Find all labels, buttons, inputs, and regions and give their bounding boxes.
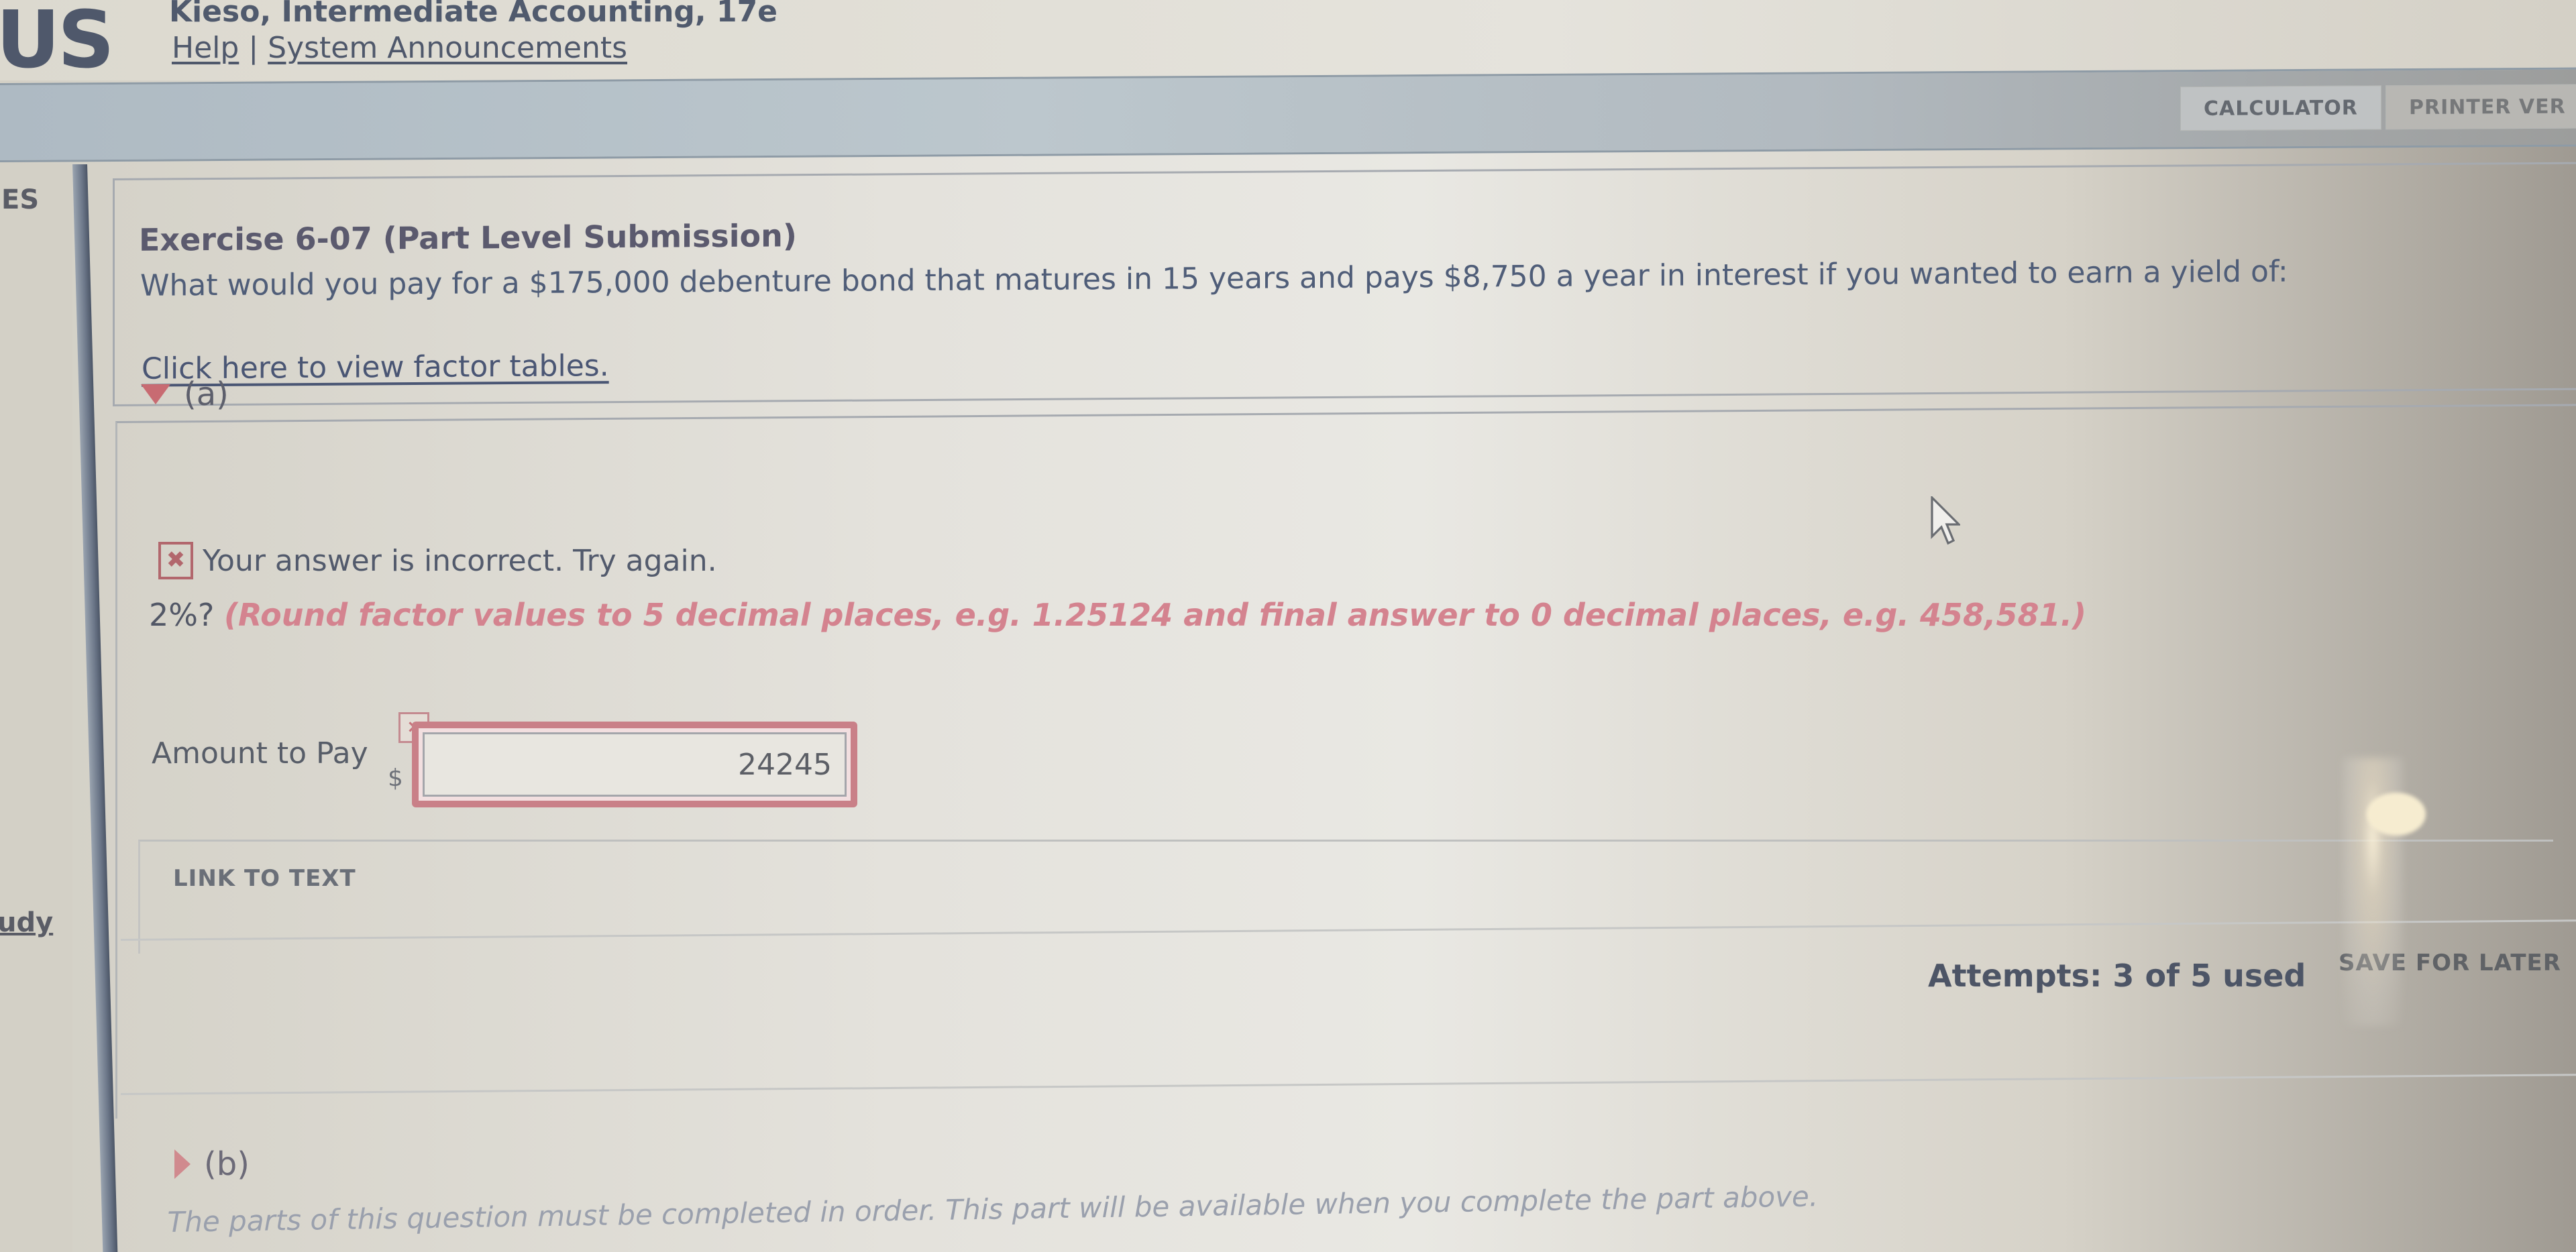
part-a-prompt: 2%? (Round factor values to 5 decimal pl… <box>149 597 2086 633</box>
header: US Kieso, Intermediate Accounting, 17e H… <box>0 0 2576 86</box>
printer-version-button[interactable]: PRINTER VER <box>2385 84 2576 130</box>
prompt-prefix: 2%? <box>149 597 215 633</box>
amount-to-pay-input[interactable] <box>412 722 857 807</box>
feedback-message: ✖ Your answer is incorrect. Try again. <box>158 542 717 579</box>
amount-to-pay-label: Amount to Pay <box>152 736 368 771</box>
part-b-label: (b) <box>204 1145 250 1183</box>
header-links: Help | System Announcements <box>172 31 627 65</box>
caret-right-icon <box>174 1149 191 1179</box>
screen-glare-spot <box>2367 793 2426 836</box>
attempts-counter: Attempts: 3 of 5 used <box>1928 958 2306 994</box>
logo: US <box>0 0 115 86</box>
main-content: Exercise 6-07 (Part Level Submission) Wh… <box>94 162 2576 1252</box>
currency-symbol: $ <box>388 764 403 792</box>
caret-down-icon <box>141 384 170 404</box>
help-link[interactable]: Help <box>172 31 239 65</box>
sidebar: ES udy <box>0 164 72 1252</box>
part-b-locked-note: The parts of this question must be compl… <box>167 1180 1819 1239</box>
sidebar-item-study[interactable]: udy <box>0 907 53 938</box>
screen: US Kieso, Intermediate Accounting, 17e H… <box>0 0 2576 1252</box>
part-b-toggle[interactable]: (b) <box>174 1145 250 1183</box>
course-title: Kieso, Intermediate Accounting, 17e <box>169 0 778 29</box>
system-announcements-link[interactable]: System Announcements <box>268 31 627 65</box>
rounding-instruction: (Round factor values to 5 decimal places… <box>224 597 2086 633</box>
question-panel: Exercise 6-07 (Part Level Submission) Wh… <box>113 162 2576 407</box>
link-to-text-button[interactable]: LINK TO TEXT <box>173 865 356 892</box>
feedback-text: Your answer is incorrect. Try again. <box>203 543 717 578</box>
link-separator: | <box>248 31 259 65</box>
question-text: What would you pay for a $175,000 debent… <box>140 254 2288 303</box>
exercise-title: Exercise 6-07 (Part Level Submission) <box>139 217 797 258</box>
sidebar-item-resources[interactable]: ES <box>1 184 39 215</box>
part-a-label: (a) <box>184 376 229 413</box>
toolbar: CALCULATOR PRINTER VER <box>0 67 2576 162</box>
part-a-toggle[interactable]: (a) <box>141 376 229 413</box>
calculator-button[interactable]: CALCULATOR <box>2180 85 2381 131</box>
x-mark-icon: ✖ <box>158 542 193 579</box>
